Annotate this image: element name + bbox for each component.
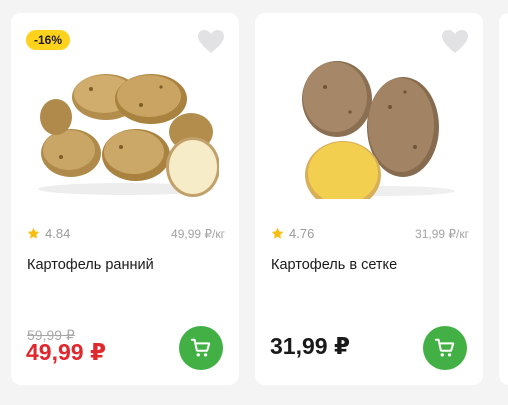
rating: 4.84 (27, 226, 70, 241)
product-card[interactable]: -16% 4.84 49,99 ₽/кг Картофель ранний 59… (11, 13, 239, 385)
product-title[interactable]: Картофель ранний (27, 257, 225, 273)
meta-row: 4.76 31,99 ₽/кг (271, 226, 469, 241)
price: 49,99 ₽ (26, 339, 106, 365)
add-to-cart-button[interactable] (423, 326, 467, 370)
product-card[interactable]: 4.76 31,99 ₽/кг Картофель в сетке 31,99 … (255, 13, 483, 385)
rating-value: 4.84 (45, 226, 71, 241)
discount-badge: -16% (26, 30, 71, 50)
heart-icon (442, 30, 468, 53)
young-potatoes-image[interactable] (31, 57, 219, 199)
product-card[interactable] (499, 13, 508, 385)
product-title[interactable]: Картофель в сетке (271, 257, 469, 273)
add-to-cart-button[interactable] (179, 326, 223, 370)
star-icon (271, 227, 284, 239)
rating-value: 4.76 (289, 226, 315, 241)
potatoes-image[interactable] (275, 57, 463, 199)
unit-price: 49,99 ₽/кг (171, 226, 225, 241)
favorite-button[interactable] (441, 29, 469, 55)
favorite-button[interactable] (197, 29, 225, 55)
price: 31,99 ₽ (270, 333, 350, 359)
heart-icon (198, 30, 224, 53)
unit-price: 31,99 ₽/кг (415, 226, 469, 241)
rating: 4.76 (271, 226, 314, 241)
cart-icon (434, 338, 455, 357)
meta-row: 4.84 49,99 ₽/кг (27, 226, 225, 241)
cart-icon (190, 338, 211, 357)
star-icon (27, 227, 40, 239)
